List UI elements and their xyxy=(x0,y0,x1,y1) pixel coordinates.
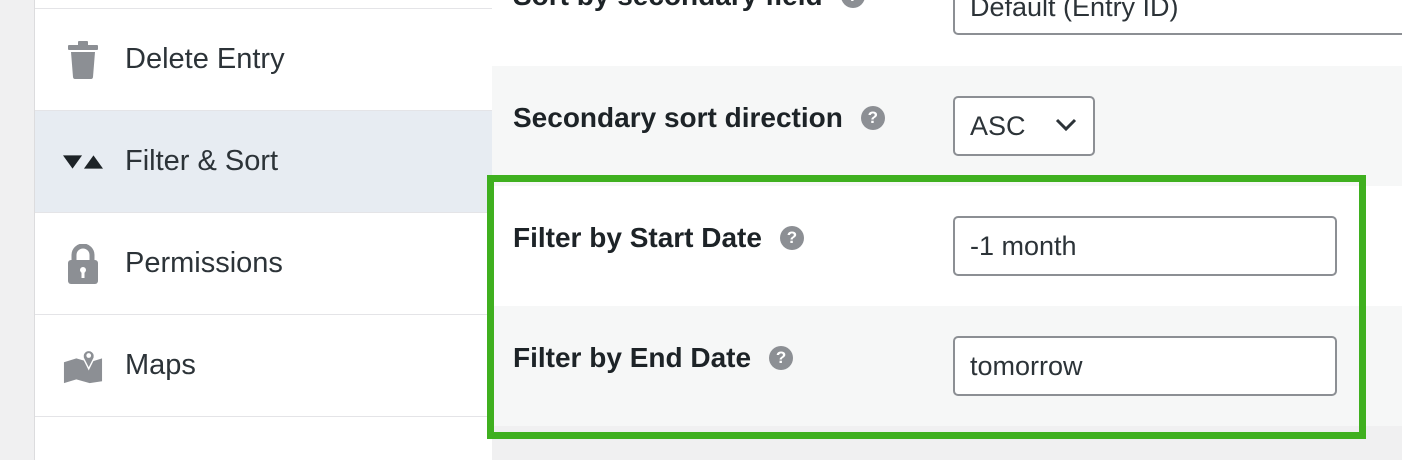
settings-panel: Sort by secondary field ? Default (Entry… xyxy=(492,0,1402,460)
sidebar-item-label: Permissions xyxy=(125,247,283,279)
sidebar-item-delete-entry[interactable]: Delete Entry xyxy=(35,9,493,111)
setting-row-start-date: Filter by Start Date ? -1 month xyxy=(492,186,1402,306)
help-icon[interactable]: ? xyxy=(840,0,865,8)
sidebar-item-permissions[interactable]: Permissions xyxy=(35,213,493,315)
setting-row-end-date: Filter by End Date ? tomorrow xyxy=(492,306,1402,426)
start-date-input[interactable]: -1 month xyxy=(953,216,1337,276)
help-icon[interactable]: ? xyxy=(769,346,794,370)
help-icon[interactable]: ? xyxy=(860,106,885,130)
lock-icon xyxy=(63,243,103,284)
setting-row-secondary-field: Sort by secondary field ? Default (Entry… xyxy=(492,0,1402,66)
trash-icon xyxy=(63,40,103,80)
setting-label: Filter by End Date ? xyxy=(513,338,794,378)
map-icon xyxy=(63,346,103,386)
sidebar-item-filter-sort[interactable]: Filter & Sort xyxy=(35,111,493,213)
setting-label: Filter by Start Date ? xyxy=(513,218,804,258)
setting-label: Sort by secondary field ? xyxy=(513,0,865,16)
setting-row-secondary-direction: Secondary sort direction ? ASC xyxy=(492,66,1402,186)
end-date-input[interactable]: tomorrow xyxy=(953,336,1337,396)
secondary-direction-select[interactable]: ASC xyxy=(953,96,1095,156)
settings-sidebar: Delete Entry Filter & Sort Permissions M… xyxy=(34,0,493,460)
chevron-down-icon xyxy=(1055,118,1077,132)
sidebar-item-maps[interactable]: Maps xyxy=(35,315,493,417)
filter-sort-icon xyxy=(63,142,103,182)
sidebar-item-label: Filter & Sort xyxy=(125,145,279,177)
setting-label: Secondary sort direction ? xyxy=(513,98,885,138)
sidebar-item-label: Delete Entry xyxy=(125,43,285,75)
secondary-field-select[interactable]: Default (Entry ID) xyxy=(953,0,1402,35)
sidebar-item-label: Maps xyxy=(125,349,196,381)
help-icon[interactable]: ? xyxy=(779,226,804,250)
